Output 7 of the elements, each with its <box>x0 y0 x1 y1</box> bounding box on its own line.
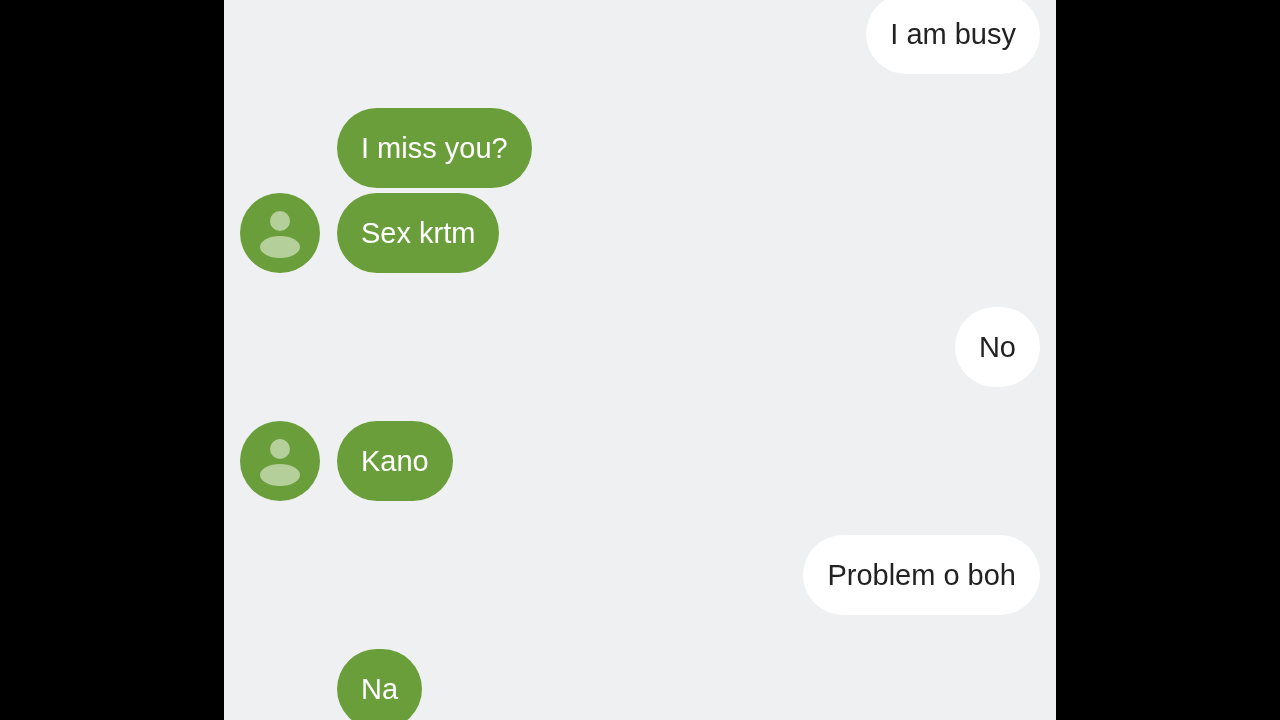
sent-message: Problem o boh <box>803 535 1040 615</box>
sent-message: No <box>954 307 1040 387</box>
sent-message: I am busy <box>866 0 1040 74</box>
received-message: I miss you? <box>337 108 532 188</box>
received-message: Kano <box>337 421 453 501</box>
received-message: Na <box>337 649 423 720</box>
received-message: Sex krtm <box>337 193 500 273</box>
